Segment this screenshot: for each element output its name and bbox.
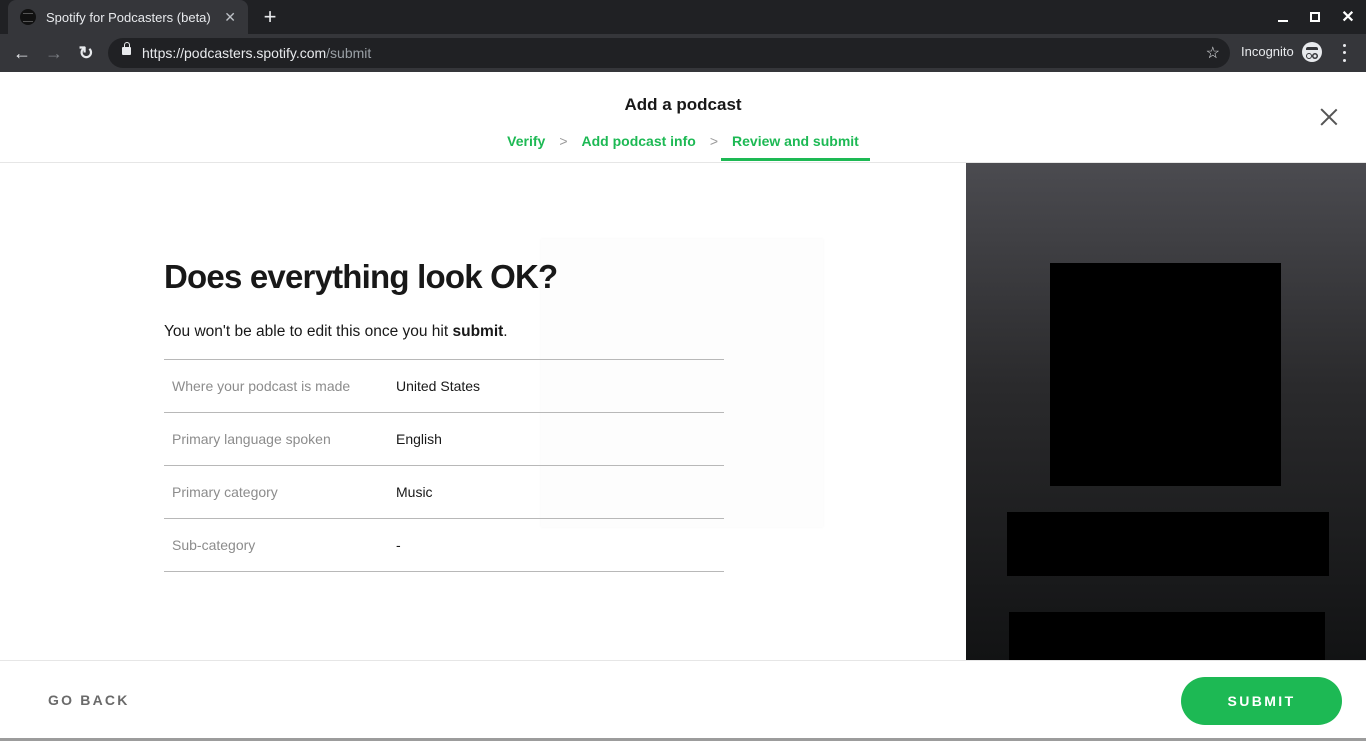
subtext-bold: submit (452, 323, 504, 340)
reload-button[interactable]: ↻ (72, 39, 100, 67)
browser-tab[interactable]: Spotify for Podcasters (beta) ✕ (8, 0, 248, 34)
tab-close-icon[interactable]: ✕ (224, 9, 236, 26)
browser-tab-bar: Spotify for Podcasters (beta) ✕ + ✕ (0, 0, 1366, 34)
spotify-favicon-icon (20, 9, 36, 25)
wizard-header: Add a podcast Verify > Add podcast info … (0, 72, 1366, 163)
url-path: /submit (326, 45, 372, 61)
review-section: Does everything look OK? You won't be ab… (164, 258, 724, 572)
step-add-podcast-info[interactable]: Add podcast info (580, 133, 698, 149)
url-text: https://podcasters.spotify.com/submit (142, 45, 371, 61)
step-review-and-submit[interactable]: Review and submit (721, 133, 870, 161)
menu-dot-icon (1342, 44, 1346, 48)
row-value: Music (396, 484, 433, 500)
row-label: Primary category (172, 484, 278, 500)
row-label: Primary language spoken (172, 431, 331, 447)
back-arrow-icon: ← (13, 42, 31, 63)
forward-button[interactable]: → (40, 39, 68, 67)
table-row: Where your podcast is made United States (164, 360, 724, 413)
row-value: English (396, 431, 442, 447)
review-table: Where your podcast is made United States… (164, 359, 724, 572)
window-close-button[interactable]: ✕ (1331, 0, 1365, 34)
podcast-cover-art (1050, 263, 1281, 486)
go-back-button[interactable]: GO BACK (48, 692, 130, 708)
tab-title: Spotify for Podcasters (beta) (46, 9, 211, 25)
incognito-label: Incognito (1241, 44, 1294, 59)
review-subtext: You won't be able to edit this once you … (164, 323, 724, 341)
table-row: Primary language spoken English (164, 413, 724, 466)
menu-dot-icon (1342, 58, 1346, 62)
submit-button[interactable]: SUBMIT (1181, 677, 1342, 725)
page: Add a podcast Verify > Add podcast info … (0, 72, 1366, 741)
row-label: Where your podcast is made (172, 378, 351, 394)
incognito-icon[interactable] (1302, 42, 1322, 62)
forward-arrow-icon: → (45, 42, 63, 63)
subtext-suffix: . (503, 323, 508, 340)
row-label: Sub-category (172, 537, 256, 553)
table-row: Sub-category - (164, 519, 724, 572)
close-icon[interactable] (1318, 106, 1340, 128)
browser-menu-button[interactable] (1336, 42, 1352, 64)
back-button[interactable]: ← (8, 39, 36, 67)
browser-toolbar: ← → ↻ https://podcasters.spotify.com/sub… (0, 34, 1366, 72)
row-value: United States (396, 378, 481, 394)
step-verify[interactable]: Verify (505, 133, 547, 149)
step-breadcrumb: Verify > Add podcast info > Review and s… (0, 133, 1366, 161)
url-host: https://podcasters.spotify.com (142, 45, 327, 61)
row-value: - (396, 537, 401, 553)
lock-icon (122, 42, 131, 55)
menu-dot-icon (1342, 51, 1346, 55)
podcast-description-redacted (1009, 612, 1325, 660)
chevron-right-icon: > (709, 133, 719, 149)
chevron-right-icon: > (559, 133, 568, 149)
table-row: Primary category Music (164, 466, 724, 519)
subtext-prefix: You won't be able to edit this once you … (164, 323, 453, 340)
bookmark-star-icon[interactable]: ☆ (1206, 43, 1220, 63)
restore-button[interactable] (1298, 0, 1332, 34)
podcast-title-redacted (1007, 512, 1329, 576)
reload-icon: ↻ (78, 42, 94, 63)
new-tab-button[interactable]: + (258, 4, 282, 30)
review-heading: Does everything look OK? (164, 258, 558, 295)
address-bar[interactable]: https://podcasters.spotify.com/submit ☆ (108, 38, 1230, 68)
podcast-preview-panel (966, 163, 1366, 660)
minimize-button[interactable] (1266, 0, 1300, 34)
page-title: Add a podcast (624, 95, 742, 114)
minimize-icon (1278, 20, 1288, 22)
wizard-footer: GO BACK SUBMIT (0, 660, 1366, 741)
restore-icon (1310, 12, 1320, 22)
